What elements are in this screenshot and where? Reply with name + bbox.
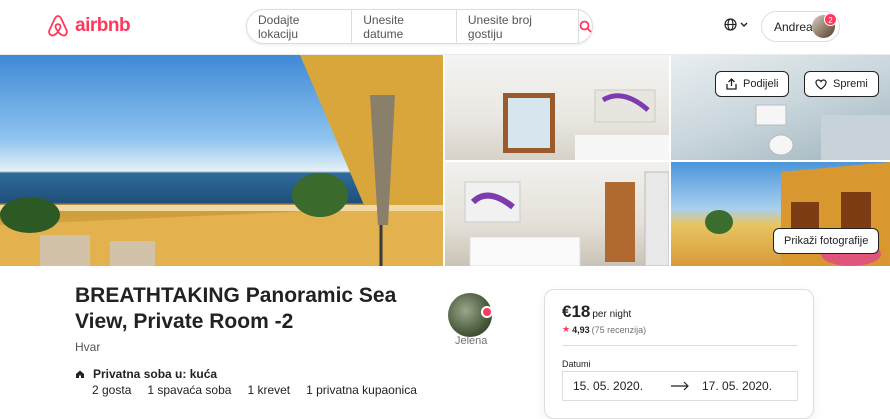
dates-label: Datumi bbox=[562, 359, 591, 369]
room-details: 2 gosta 1 spavaća soba 1 krevet 1 privat… bbox=[92, 383, 417, 397]
terrace-illustration bbox=[0, 55, 443, 266]
search-icon bbox=[579, 20, 592, 33]
room-type-label: Privatna soba u: kuća bbox=[93, 367, 218, 381]
language-selector[interactable] bbox=[724, 18, 748, 31]
per-night-label: per night bbox=[592, 309, 632, 320]
superhost-badge-icon bbox=[481, 306, 493, 318]
search-bar[interactable]: Dodajte lokaciju Unesite datume Unesite … bbox=[246, 9, 593, 44]
host-name: Jelena bbox=[455, 335, 488, 347]
booking-card: €18 per night ★ 4,93 (75 recenzija) Datum… bbox=[544, 289, 814, 419]
bedroom-count: 1 spavaća soba bbox=[147, 383, 232, 397]
bedroom-two-illustration bbox=[464, 171, 669, 266]
photo-bathroom[interactable]: Podijeli Spremi bbox=[671, 55, 890, 160]
photo-bedroom-window[interactable] bbox=[445, 55, 669, 160]
home-icon bbox=[76, 370, 84, 378]
bed-count: 1 krevet bbox=[247, 383, 291, 397]
share-icon bbox=[726, 78, 737, 90]
photo-main-terrace-sea-view[interactable] bbox=[0, 55, 443, 266]
photo-bedroom-painting[interactable] bbox=[445, 162, 669, 266]
search-button[interactable] bbox=[579, 20, 592, 33]
check-out-date[interactable]: 17. 05. 2020. bbox=[692, 379, 797, 393]
chevron-down-icon bbox=[740, 22, 748, 27]
search-dates[interactable]: Unesite datume bbox=[352, 9, 457, 44]
bathroom-count: 1 privatna kupaonica bbox=[306, 383, 417, 397]
user-name: Andrea bbox=[774, 19, 813, 34]
search-guests[interactable]: Unesite broj gostiju bbox=[457, 9, 579, 44]
bedroom-illustration bbox=[503, 89, 669, 160]
rating-value: 4,93 bbox=[572, 324, 590, 335]
price-per-night: €18 per night bbox=[562, 302, 631, 322]
heart-icon bbox=[815, 78, 827, 90]
share-button[interactable]: Podijeli bbox=[715, 71, 790, 97]
save-button[interactable]: Spremi bbox=[804, 71, 879, 97]
show-all-photos-button[interactable]: Prikaži fotografije bbox=[773, 228, 880, 254]
airbnb-logo-icon bbox=[48, 15, 68, 37]
listing-title: BREATHTAKING Panoramic Sea View, Private… bbox=[75, 284, 397, 333]
guest-count: 2 gosta bbox=[92, 383, 132, 397]
notification-badge: 2 bbox=[824, 13, 837, 26]
user-menu-button[interactable]: Andrea 2 bbox=[761, 11, 840, 42]
arrow-right-icon bbox=[668, 381, 692, 391]
star-icon: ★ bbox=[562, 324, 571, 334]
save-label: Spremi bbox=[833, 78, 868, 90]
price-value: €18 bbox=[562, 302, 591, 321]
photo-gallery: Podijeli Spremi Prikaži fotografije bbox=[0, 55, 890, 266]
top-header: airbnb Dodajte lokaciju Unesite datume U… bbox=[0, 0, 890, 55]
divider bbox=[562, 345, 798, 346]
review-count: (75 recenzija) bbox=[591, 324, 647, 335]
room-type: Privatna soba u: kuća bbox=[75, 367, 217, 381]
avatar: 2 bbox=[812, 13, 837, 38]
airbnb-logo[interactable]: airbnb bbox=[47, 14, 131, 38]
share-label: Podijeli bbox=[743, 78, 779, 90]
show-photos-label: Prikaži fotografije bbox=[784, 235, 869, 247]
logo-text: airbnb bbox=[75, 15, 131, 36]
check-in-date[interactable]: 15. 05. 2020. bbox=[563, 379, 668, 393]
search-location[interactable]: Dodajte lokaciju bbox=[247, 9, 353, 44]
date-range-picker[interactable]: 15. 05. 2020. 17. 05. 2020. bbox=[562, 371, 798, 401]
listing-location[interactable]: Hvar bbox=[75, 340, 100, 354]
rating[interactable]: ★ 4,93 (75 recenzija) bbox=[562, 324, 646, 335]
photo-terrace-house[interactable]: Prikaži fotografije bbox=[671, 162, 890, 266]
globe-icon bbox=[724, 18, 737, 31]
